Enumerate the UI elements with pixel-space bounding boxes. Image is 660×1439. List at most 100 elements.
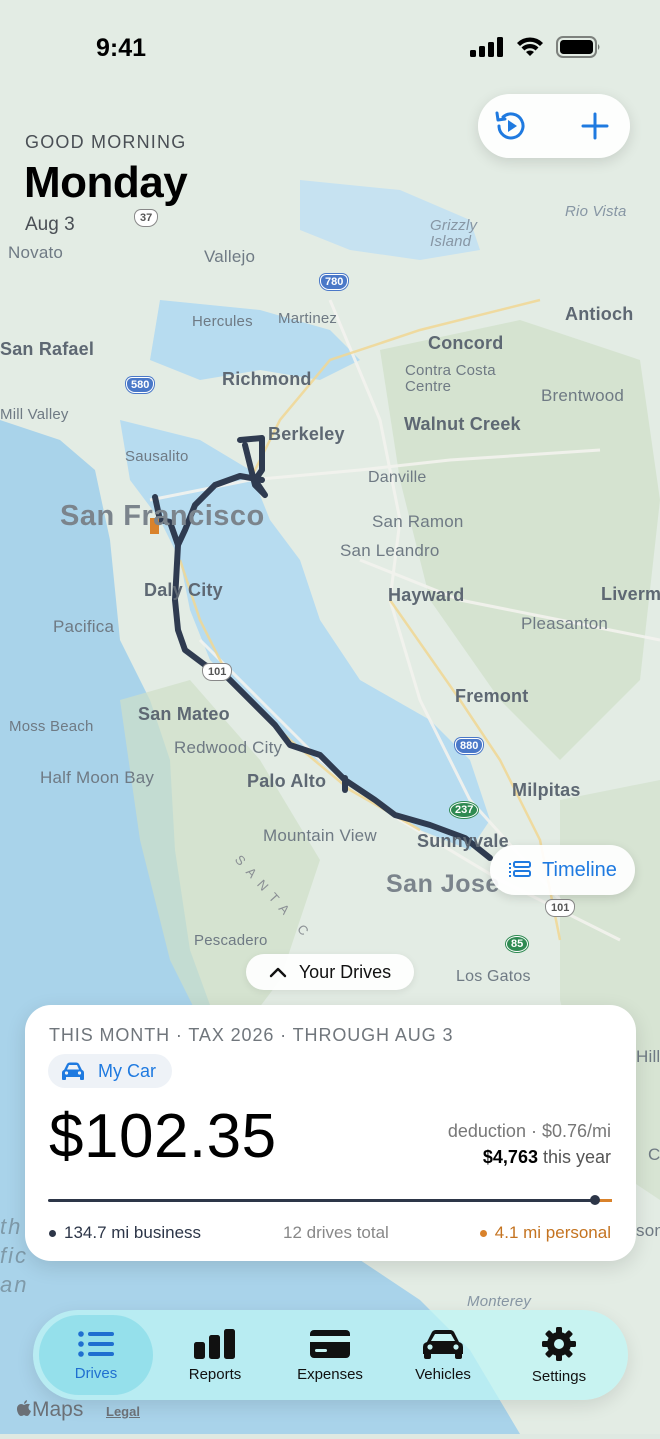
- year-total: $4,763 this year: [483, 1147, 611, 1168]
- playback-button[interactable]: [491, 106, 531, 146]
- highway-shield-580: 580: [126, 377, 155, 393]
- tab-label-expenses: Expenses: [297, 1365, 363, 1383]
- business-miles: 134.7 mi business: [64, 1223, 202, 1242]
- tab-settings[interactable]: Settings: [502, 1315, 616, 1395]
- map-label-richmond: Richmond: [222, 369, 312, 389]
- signal-icon: [470, 37, 503, 57]
- tab-reports[interactable]: Reports: [158, 1315, 272, 1395]
- highway-shield-101-south: 101: [546, 900, 575, 916]
- personal-dot: [479, 1230, 487, 1238]
- your-drives-toggle[interactable]: Your Drives: [246, 954, 414, 990]
- tab-label-vehicles: Vehicles: [415, 1365, 471, 1383]
- map-label-pescadero: Pescadero: [194, 932, 268, 949]
- map-label-los-gatos: Los Gatos: [456, 968, 531, 985]
- tab-label-settings: Settings: [531, 1367, 587, 1385]
- maps-attribution: Maps: [16, 1398, 83, 1422]
- map-label-san-ramon: San Ramon: [372, 512, 464, 531]
- map-label-danville: Danville: [368, 469, 427, 486]
- map-label-pacifica: Pacifica: [53, 617, 115, 636]
- year-total-amount: $4,763: [482, 1147, 538, 1167]
- vehicle-label: My Car: [98, 1060, 156, 1081]
- map-label-sunnyvale: Sunnyvale: [417, 831, 509, 851]
- map-label-c: C: [648, 1145, 660, 1164]
- map-label-san-mateo: San Mateo: [138, 704, 230, 724]
- tab-vehicles[interactable]: Vehicles: [386, 1315, 500, 1395]
- tab-bar: Drives Reports Expenses Vehicles Setting…: [33, 1310, 628, 1400]
- map-label-redwood-city: Redwood City: [174, 738, 283, 757]
- car-icon: [423, 1329, 463, 1359]
- map-label-moss-beach: Moss Beach: [9, 718, 94, 735]
- mileage-summary-card[interactable]: THIS MONTH · TAX 2026 · THROUGH AUG 3 My…: [25, 1005, 636, 1261]
- map-label-berkeley: Berkeley: [268, 424, 345, 444]
- map-label-concord: Concord: [428, 333, 504, 353]
- card-icon: [310, 1329, 350, 1358]
- map-label-son: son: [636, 1221, 660, 1240]
- list-icon: [78, 1330, 114, 1357]
- bar-chart-icon: [194, 1328, 235, 1359]
- map-label-walnut-creek: Walnut Creek: [404, 414, 521, 434]
- map-label-san-jose: San Jose: [386, 870, 500, 898]
- map-label-pleasanton: Pleasanton: [521, 614, 609, 633]
- map-label-milpitas: Milpitas: [512, 780, 581, 800]
- map-label-half-moon-bay: Half Moon Bay: [40, 768, 155, 787]
- date-label: Aug 3: [25, 214, 75, 235]
- status-icons: [470, 36, 602, 58]
- apple-logo-icon: [16, 1400, 31, 1416]
- map-label-hill: Hill: [636, 1047, 660, 1066]
- legal-link[interactable]: Legal: [106, 1404, 140, 1419]
- vehicle-chip[interactable]: My Car: [48, 1054, 172, 1088]
- map-label-martinez: Martinez: [278, 310, 338, 327]
- timeline-button[interactable]: Timeline: [490, 845, 635, 895]
- map-label-mill-valley: Mill Valley: [0, 406, 69, 423]
- period-label: THIS MONTH · TAX 2026 · THROUGH AUG 3: [49, 1025, 454, 1045]
- chevron-up-icon: [269, 967, 287, 978]
- mileage-progress-bar: [48, 1195, 612, 1205]
- battery-icon: [556, 36, 600, 58]
- business-dot: [49, 1230, 56, 1238]
- playback-icon: [495, 111, 525, 140]
- personal-miles: 4.1 mi personal: [494, 1223, 611, 1242]
- add-button[interactable]: [575, 106, 615, 146]
- tab-drives[interactable]: Drives: [39, 1315, 153, 1395]
- map-label-contra-costa: Contra Costa Centre: [405, 362, 496, 395]
- tab-expenses[interactable]: Expenses: [273, 1315, 387, 1395]
- map-label-san-rafael: San Rafael: [0, 339, 95, 359]
- status-time: 9:41: [96, 34, 147, 62]
- map-label-brentwood: Brentwood: [541, 386, 625, 405]
- map-label-antioch: Antioch: [565, 304, 634, 324]
- business-legend: 134.7 mi business: [49, 1223, 201, 1243]
- map-label-grizzly-island: Grizzly Island: [430, 217, 478, 250]
- deduction-rate: deduction · $0.76/mi: [447, 1121, 611, 1141]
- map-label-mountain-view: Mountain View: [263, 826, 377, 845]
- map-label-san-leandro: San Leandro: [340, 541, 440, 560]
- map-label-vallejo: Vallejo: [204, 247, 256, 266]
- map-label-fremont: Fremont: [455, 686, 529, 706]
- timeline-label: Timeline: [542, 858, 617, 881]
- timeline-icon: [509, 861, 532, 877]
- map-label-hayward: Hayward: [388, 585, 465, 605]
- deduction-amount: $102.35: [49, 1102, 277, 1171]
- highway-shield-101: 101: [203, 664, 232, 680]
- personal-legend: 4.1 mi personal: [479, 1223, 611, 1243]
- plus-icon: [581, 112, 609, 140]
- page-title: Monday: [24, 158, 188, 207]
- map-label-san-francisco: San Francisco: [60, 500, 265, 532]
- wifi-icon: [517, 37, 543, 56]
- map-label-novato: Novato: [8, 243, 64, 262]
- gear-icon: [542, 1326, 576, 1361]
- highway-shield-880: 880: [455, 738, 484, 754]
- map-label-sausalito: Sausalito: [125, 448, 189, 465]
- map-label-monterey: Monterey: [467, 1293, 532, 1310]
- business-marker: [590, 1195, 601, 1205]
- map-label-daly-city: Daly City: [144, 580, 223, 600]
- drives-total: 12 drives total: [283, 1223, 389, 1242]
- car-icon: [62, 1062, 84, 1080]
- map-label-rio-vista: Rio Vista: [565, 203, 627, 220]
- top-actions: [478, 94, 630, 158]
- highway-shield-780: 780: [320, 274, 349, 290]
- year-total-suffix: this year: [537, 1147, 611, 1167]
- maps-logo-text: Maps: [32, 1398, 84, 1421]
- map-label-palo-alto: Palo Alto: [247, 771, 327, 791]
- tab-label-reports: Reports: [188, 1365, 242, 1383]
- map-label-livermore: Liverm: [601, 584, 660, 604]
